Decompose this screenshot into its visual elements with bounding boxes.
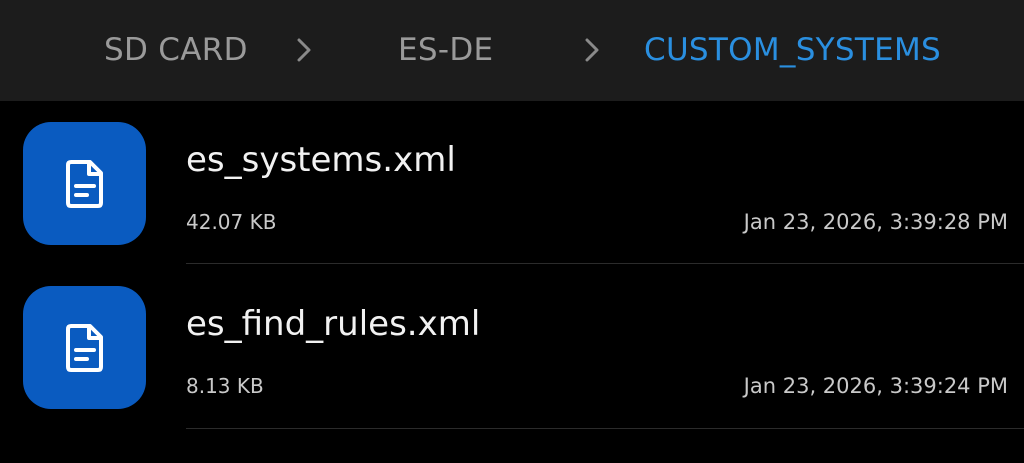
file-icon-tile	[23, 122, 146, 245]
file-list-item[interactable]: es_find_rules.xml 8.13 KB Jan 23, 2026, …	[0, 266, 1024, 430]
file-modified-date: Jan 23, 2026, 3:39:28 PM	[743, 210, 1008, 234]
divider	[186, 428, 1024, 429]
chevron-right-icon	[585, 38, 599, 62]
file-size: 42.07 KB	[186, 210, 277, 234]
file-size: 8.13 KB	[186, 374, 264, 398]
file-icon-tile	[23, 286, 146, 409]
document-icon	[66, 160, 103, 208]
file-list-item[interactable]: es_systems.xml 42.07 KB Jan 23, 2026, 3:…	[0, 101, 1024, 265]
breadcrumb-item-es-de[interactable]: ES-DE	[398, 30, 493, 70]
chevron-right-icon	[297, 38, 311, 62]
breadcrumb-item-sd-card[interactable]: SD CARD	[104, 30, 248, 70]
file-name: es_systems.xml	[186, 140, 456, 180]
file-modified-date: Jan 23, 2026, 3:39:24 PM	[743, 374, 1008, 398]
document-icon	[66, 324, 103, 372]
breadcrumb: SD CARD ES-DE CUSTOM_SYSTEMS	[0, 0, 1024, 101]
divider	[186, 263, 1024, 264]
file-name: es_find_rules.xml	[186, 304, 481, 344]
breadcrumb-item-custom-systems[interactable]: CUSTOM_SYSTEMS	[644, 30, 941, 70]
